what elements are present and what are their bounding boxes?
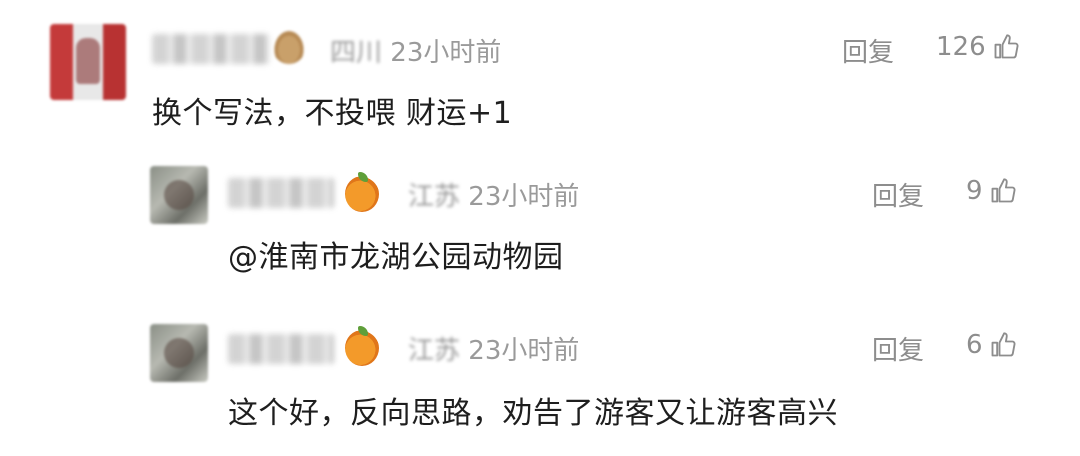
reply-button[interactable]: 回复 (842, 32, 894, 69)
location-label: 江苏 (408, 182, 461, 212)
user-avatar[interactable] (50, 24, 126, 100)
like-button[interactable]: 126 (936, 32, 1020, 62)
like-button[interactable]: 9 (966, 176, 1017, 206)
comment-text: @淮南市龙湖公园动物园 (228, 240, 564, 275)
comment-text: 这个好，反向思路，劝告了游客又让游客高兴 (228, 396, 838, 431)
reply-button[interactable]: 回复 (872, 176, 924, 213)
orange-emoji-icon (345, 172, 379, 212)
location-label: 江苏 (408, 336, 461, 366)
orange-emoji-icon (345, 326, 379, 366)
thumbs-up-icon (994, 34, 1019, 59)
comment-meta: 江苏 23小时前 (408, 330, 579, 367)
location-label: 四川 (330, 38, 383, 68)
like-count: 6 (966, 330, 983, 360)
username-blurred[interactable] (152, 34, 270, 64)
reply-button[interactable]: 回复 (872, 330, 924, 367)
thumbs-up-icon (991, 178, 1016, 203)
comment-text: 换个写法，不投喂 财运+1 (152, 96, 513, 131)
dog-emoji-icon (272, 28, 306, 64)
comment-thread: 四川 23小时前 回复 126 换个写法，不投喂 财运+1 江苏 23小时前 回… (0, 0, 1080, 456)
comment-meta: 四川 23小时前 (330, 32, 501, 69)
timestamp: 23小时前 (390, 38, 502, 68)
timestamp: 23小时前 (468, 182, 580, 212)
like-count: 126 (936, 32, 986, 62)
like-count: 9 (966, 176, 983, 206)
comment-meta: 江苏 23小时前 (408, 176, 579, 213)
user-avatar[interactable] (150, 166, 208, 224)
timestamp: 23小时前 (468, 336, 580, 366)
user-avatar[interactable] (150, 324, 208, 382)
thumbs-up-icon (991, 332, 1016, 357)
like-button[interactable]: 6 (966, 330, 1017, 360)
username-blurred[interactable] (228, 334, 334, 364)
username-blurred[interactable] (228, 178, 334, 208)
